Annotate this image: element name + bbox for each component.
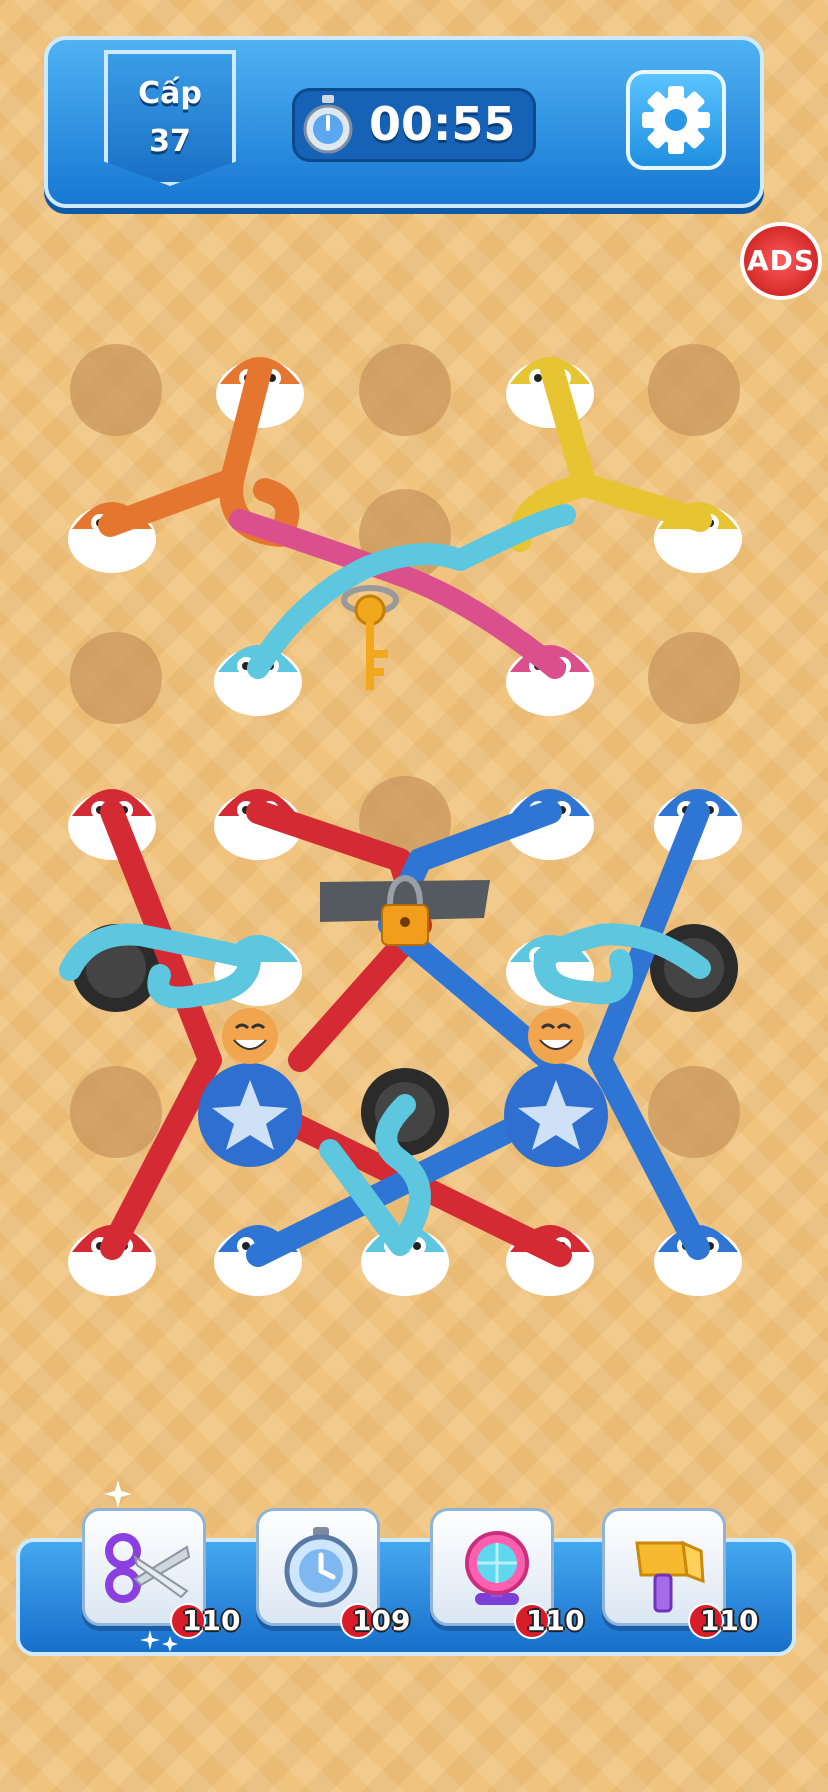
tape-lock[interactable]: [320, 874, 490, 946]
balloon-left[interactable]: [198, 1008, 302, 1167]
key-icon[interactable]: [341, 585, 399, 690]
sparkle-icon: [104, 1480, 132, 1508]
red-rope-a: [100, 800, 222, 1260]
blue-rope-b: [588, 800, 710, 1260]
fan-count: 110: [514, 1603, 590, 1639]
empty-holes: [70, 344, 740, 1158]
hammer-count: 110: [688, 1603, 764, 1639]
stopwatch-count: 109: [340, 1603, 416, 1639]
ropes-lower[interactable]: [59, 800, 711, 1267]
sparkle-icon: [140, 1630, 178, 1652]
